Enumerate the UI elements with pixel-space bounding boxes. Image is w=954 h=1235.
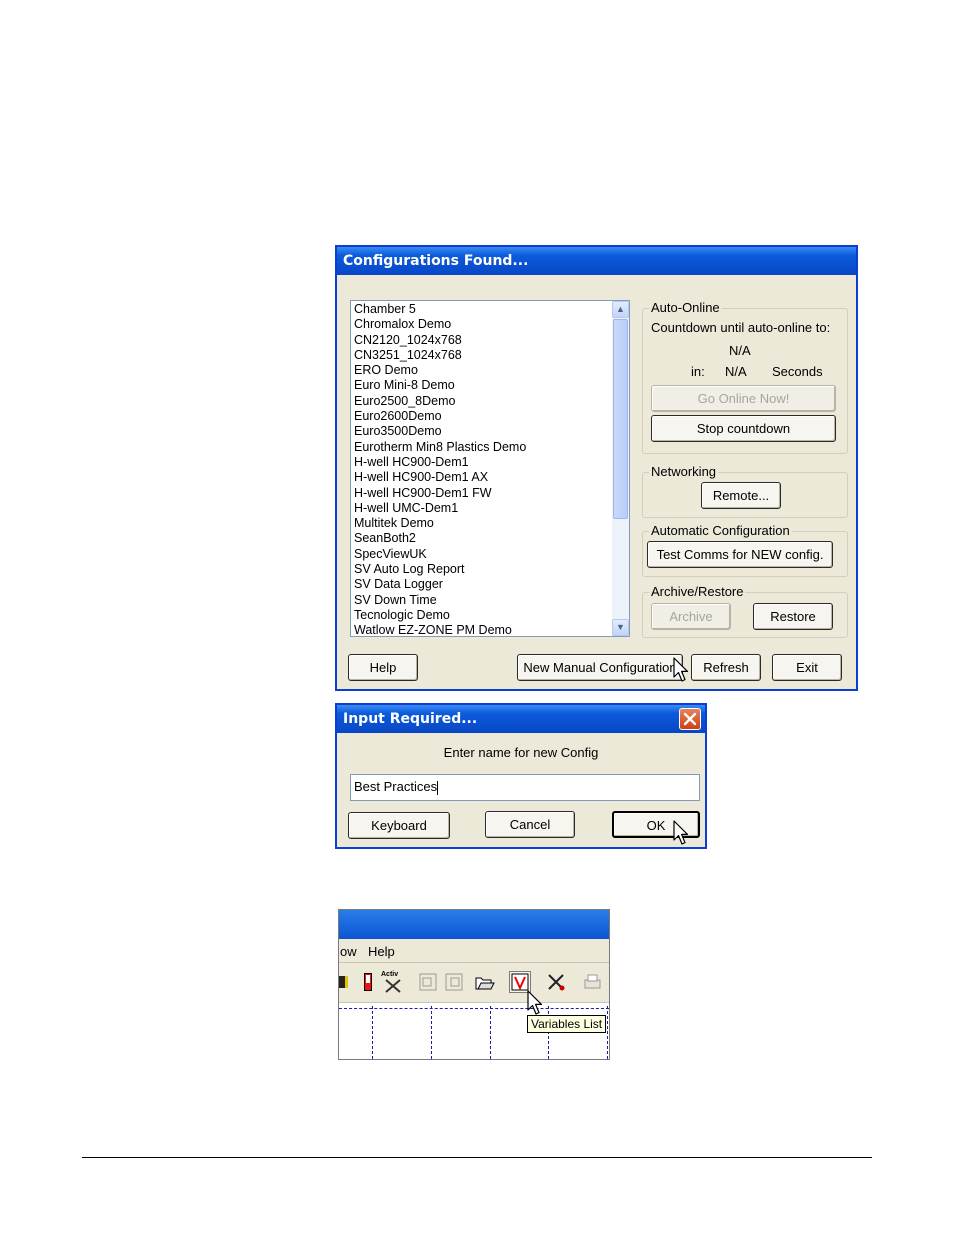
cross-tools-icon [385,979,401,993]
countdown-text: Countdown until auto-online to: [651,320,831,335]
grid-line [490,1006,491,1059]
auto-online-group: Auto-Online Countdown until auto-online … [642,300,848,454]
mouse-pointer-icon [673,820,689,845]
seconds-value: N/A [725,364,747,379]
list-item[interactable]: SpecViewUK [351,547,612,562]
grid-line [607,1006,608,1059]
list-item[interactable]: SV Down Time [351,593,612,608]
align-left-icon[interactable] [417,971,439,993]
stop-countdown-button[interactable]: Stop countdown [651,415,836,442]
seconds-label: Seconds [772,364,823,379]
refresh-button[interactable]: Refresh [691,654,761,681]
countdown-target: N/A [729,343,751,358]
test-comms-button[interactable]: Test Comms for NEW config. [647,541,833,568]
variables-list-tooltip: Variables List [527,1015,607,1033]
grid-line [431,1006,432,1059]
list-item[interactable]: Chromalox Demo [351,317,612,332]
toolbar-snippet: ow Help Activ Variables List [338,909,610,1060]
tools-icon[interactable] [545,971,567,993]
scroll-down-button[interactable]: ▼ [612,619,629,636]
list-item[interactable]: Multitek Demo [351,516,612,531]
variables-v-glyph [511,973,529,991]
list-item[interactable]: CN2120_1024x768 [351,333,612,348]
close-button[interactable] [679,708,701,730]
list-item[interactable]: Tecnologic Demo [351,608,612,623]
menu-item-window[interactable]: ow [340,944,357,959]
folder-glyph [475,977,495,990]
list-item[interactable]: Euro2500_8Demo [351,394,612,409]
list-item[interactable]: Euro3500Demo [351,424,612,439]
list-item[interactable]: SV Auto Log Report [351,562,612,577]
list-item[interactable]: H-well HC900-Dem1 FW [351,486,612,501]
config-name-input[interactable]: Best Practices [350,774,700,801]
printer-glyph [584,974,601,989]
config-name-value: Best Practices [354,779,438,794]
print-icon[interactable] [581,971,603,993]
list-item[interactable]: CN3251_1024x768 [351,348,612,363]
go-online-now-button[interactable]: Go Online Now! [651,385,836,412]
input-required-title: Input Required... [337,705,705,733]
list-item[interactable]: SeanBoth2 [351,531,612,546]
partial-tool-icon[interactable] [339,971,348,993]
scroll-up-button[interactable]: ▲ [612,301,629,318]
list-item[interactable]: H-well HC900-Dem1 AX [351,470,612,485]
list-item[interactable]: Euro2600Demo [351,409,612,424]
exit-button[interactable]: Exit [772,654,842,681]
list-item[interactable]: H-well UMC-Dem1 [351,501,612,516]
scroll-thumb[interactable] [613,319,628,519]
grid-line [339,1008,609,1009]
list-item[interactable]: SV Data Logger [351,577,612,592]
align-left-glyph [419,973,437,991]
networking-group: Networking Remote... [642,464,848,518]
help-button[interactable]: Help [348,654,418,681]
list-item[interactable]: Euro Mini-8 Demo [351,378,612,393]
text-caret [437,780,439,795]
auto-online-label: Auto-Online [649,300,722,315]
list-item[interactable]: ERO Demo [351,363,612,378]
toolbar: Activ [339,963,609,1003]
new-manual-configuration-button[interactable]: New Manual Configuration [517,654,683,681]
keyboard-button[interactable]: Keyboard [348,812,450,839]
menu-item-help[interactable]: Help [368,944,395,959]
restore-button[interactable]: Restore [753,603,833,630]
open-folder-icon[interactable] [473,971,495,993]
automatic-configuration-label: Automatic Configuration [649,523,792,538]
mouse-pointer-icon [527,990,543,1015]
configurations-dialog: Configurations Found... Chamber 5 Chromal… [335,245,858,691]
align-right-icon[interactable] [443,971,465,993]
archive-restore-group: Archive/Restore Archive Restore [642,584,848,638]
footer-rule [82,1157,872,1158]
configurations-dialog-title: Configurations Found... [337,247,856,275]
remote-button[interactable]: Remote... [701,482,781,509]
configurations-list-items: Chamber 5 Chromalox Demo CN2120_1024x768 CN… [351,302,612,636]
cancel-button[interactable]: Cancel [485,811,575,838]
list-scrollbar[interactable]: ▲ ▼ [612,301,629,636]
list-item[interactable]: Watlow EZ-ZONE PM Demo [351,623,612,636]
scissors-glyph [548,974,565,991]
input-required-dialog: Input Required... Enter name for new Con… [335,703,707,849]
configurations-list[interactable]: Chamber 5 Chromalox Demo CN2120_1024x768 CN… [350,300,630,637]
in-label: in: [691,364,705,379]
list-item[interactable]: Eurotherm Min8 Plastics Demo [351,440,612,455]
archive-restore-label: Archive/Restore [649,584,746,599]
align-right-glyph [445,973,463,991]
alarm-icon[interactable] [357,971,379,993]
networking-label: Networking [649,464,719,479]
snippet-titlebar [339,910,609,939]
grid-line [372,1006,373,1059]
archive-button[interactable]: Archive [651,603,731,630]
list-item[interactable]: H-well HC900-Dem1 [351,455,612,470]
mouse-pointer-icon [673,657,689,682]
activate-tool-icon[interactable]: Activ [381,971,403,993]
menu-bar: ow Help [339,939,609,963]
list-item[interactable]: Chamber 5 [351,302,612,317]
automatic-configuration-group: Automatic Configuration Test Comms for N… [642,523,848,577]
close-icon [683,712,697,726]
input-prompt: Enter name for new Config [443,745,599,760]
